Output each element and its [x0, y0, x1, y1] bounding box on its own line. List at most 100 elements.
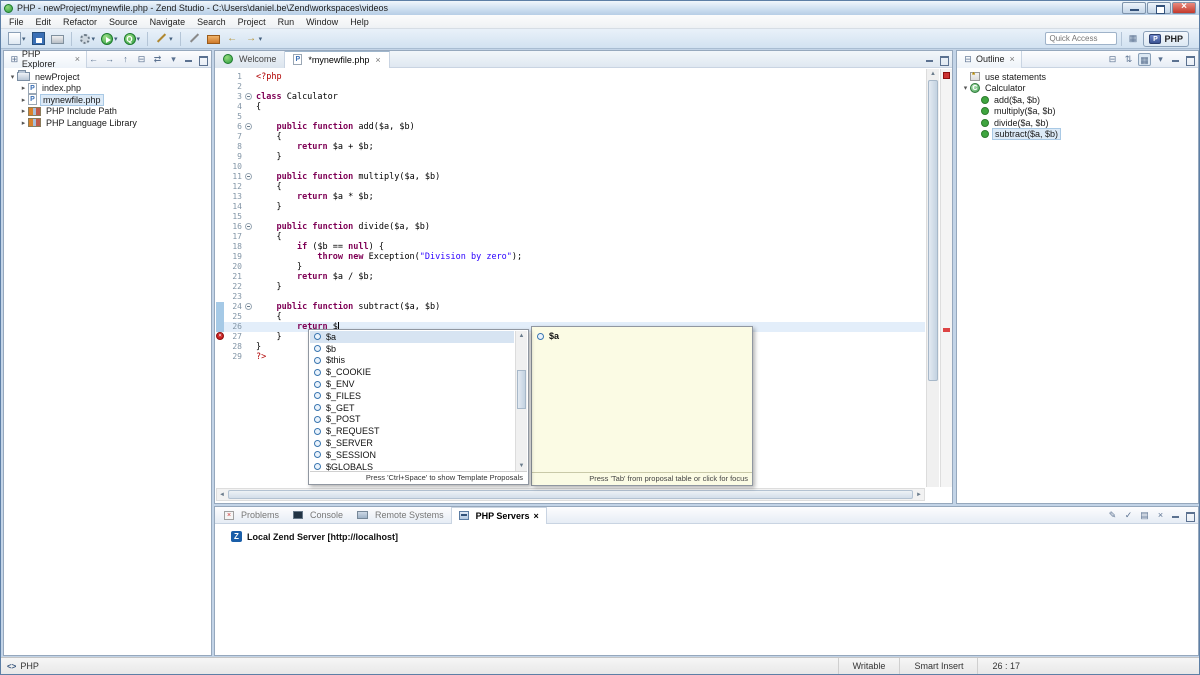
code-line-20[interactable]: 20 } — [216, 262, 925, 272]
fold-collapse-icon[interactable] — [245, 123, 252, 130]
close-tab-icon[interactable]: × — [533, 511, 538, 521]
proposal-item-server[interactable]: $_SERVER — [310, 437, 514, 449]
menu-edit[interactable]: Edit — [30, 16, 58, 28]
proposal-item-b[interactable]: $b — [310, 343, 514, 355]
outline-item-divide-a-b[interactable]: divide($a, $b) — [957, 117, 1198, 129]
back-button[interactable]: ← — [224, 30, 241, 47]
explorer-item-php-include-path[interactable]: ▸PHP Include Path — [4, 106, 211, 118]
forward-icon[interactable]: → — [103, 53, 116, 66]
code-line-15[interactable]: 15 — [216, 212, 925, 222]
new-wizard-button[interactable]: ▾ — [153, 30, 175, 47]
editor-tab-mynewfile-php[interactable]: P*mynewfile.php× — [285, 51, 389, 68]
expander-expanded-icon[interactable]: ▾ — [8, 73, 17, 81]
proposal-scrollbar[interactable]: ▲ ▼ — [515, 331, 527, 471]
code-line-6[interactable]: 6 public function add($a, $b) — [216, 122, 925, 132]
last-edit-location-button[interactable] — [205, 30, 222, 47]
outline-tab[interactable]: ⊟ Outline × — [957, 51, 1022, 68]
collapse-all-icon[interactable]: ⊟ — [1106, 53, 1119, 66]
fold-collapse-icon[interactable] — [245, 223, 252, 230]
outline-item-subtract-a-b[interactable]: subtract($a, $b) — [957, 129, 1198, 141]
bottom-tab-remote-systems[interactable]: Remote Systems — [350, 507, 451, 524]
bottom-tab-problems[interactable]: ×Problems — [217, 507, 286, 524]
sort-icon[interactable]: ⇅ — [1122, 53, 1135, 66]
code-line-2[interactable]: 2 — [216, 82, 925, 92]
proposal-item-globals[interactable]: $GLOBALS — [310, 461, 514, 471]
remove-icon[interactable]: × — [1154, 509, 1167, 522]
apply-icon[interactable]: ✓ — [1122, 509, 1135, 522]
explorer-item-php-language-library[interactable]: ▸PHP Language Library — [4, 117, 211, 129]
maximize-view-icon[interactable] — [197, 54, 208, 65]
dropdown-arrow-icon[interactable]: ▾ — [259, 35, 263, 43]
code-line-22[interactable]: 22 } — [216, 282, 925, 292]
expander-collapsed-icon[interactable]: ▸ — [19, 107, 28, 115]
code-line-8[interactable]: 8 return $a + $b; — [216, 142, 925, 152]
dropdown-arrow-icon[interactable]: ▾ — [169, 35, 173, 43]
minimize-view-icon[interactable] — [183, 54, 194, 65]
print-button[interactable] — [49, 30, 66, 47]
menu-search[interactable]: Search — [191, 16, 232, 28]
save-button[interactable] — [30, 30, 47, 47]
expander-collapsed-icon[interactable]: ▸ — [19, 119, 28, 127]
close-view-icon[interactable]: × — [75, 54, 80, 64]
menu-help[interactable]: Help — [344, 16, 375, 28]
proposal-item-a[interactable]: $a — [310, 331, 514, 343]
code-line-11[interactable]: 11 public function multiply($a, $b) — [216, 172, 925, 182]
explorer-item-mynewfile-php[interactable]: ▸Pmynewfile.php — [4, 94, 211, 106]
link-with-editor-icon[interactable]: ⇄ — [151, 53, 164, 66]
proposal-item-request[interactable]: $_REQUEST — [310, 425, 514, 437]
code-line-23[interactable]: 23 — [216, 292, 925, 302]
code-line-5[interactable]: 5 — [216, 112, 925, 122]
proposal-item-post[interactable]: $_POST — [310, 414, 514, 426]
properties-icon[interactable]: ▤ — [1138, 509, 1151, 522]
explorer-item-index-php[interactable]: ▸Pindex.php — [4, 83, 211, 95]
filter-icon[interactable]: ▦ — [1138, 53, 1151, 66]
bottom-tab-php-servers[interactable]: PHP Servers× — [451, 507, 547, 524]
outline-item-add-a-b[interactable]: add($a, $b) — [957, 94, 1198, 106]
outline-item-calculator[interactable]: ▾CCalculator — [957, 83, 1198, 95]
scroll-up-icon[interactable]: ▲ — [927, 69, 939, 79]
code-line-13[interactable]: 13 return $a * $b; — [216, 192, 925, 202]
menu-refactor[interactable]: Refactor — [57, 16, 103, 28]
minimize-view-icon[interactable] — [924, 54, 935, 65]
server-row[interactable]: Z Local Zend Server [http://localhost] — [215, 524, 1198, 542]
maximize-view-icon[interactable] — [1184, 510, 1195, 521]
dropdown-arrow-icon[interactable]: ▾ — [137, 35, 141, 43]
editor-tab-welcome[interactable]: Welcome — [215, 51, 285, 68]
code-line-14[interactable]: 14 } — [216, 202, 925, 212]
explorer-item-newproject[interactable]: ▾newProject — [4, 71, 211, 83]
proposal-scroll-thumb[interactable] — [517, 370, 526, 409]
dropdown-arrow-icon[interactable]: ▾ — [92, 35, 96, 43]
code-line-3[interactable]: 3class Calculator — [216, 92, 925, 102]
code-line-17[interactable]: 17 { — [216, 232, 925, 242]
proposal-item-session[interactable]: $_SESSION — [310, 449, 514, 461]
php-perspective-button[interactable]: P PHP — [1143, 31, 1189, 47]
vertical-scrollbar[interactable]: ▲ — [926, 69, 939, 487]
code-line-7[interactable]: 7 { — [216, 132, 925, 142]
menu-project[interactable]: Project — [232, 16, 272, 28]
run-button[interactable]: ▾ — [99, 30, 120, 47]
code-line-9[interactable]: 9 } — [216, 152, 925, 162]
close-window-button[interactable] — [1172, 2, 1196, 14]
code-line-12[interactable]: 12 { — [216, 182, 925, 192]
scroll-right-icon[interactable]: ► — [914, 492, 924, 498]
code-line-24[interactable]: 24 public function subtract($a, $b) — [216, 302, 925, 312]
proposal-item-cookie[interactable]: $_COOKIE — [310, 366, 514, 378]
outline-item-multiply-a-b[interactable]: multiply($a, $b) — [957, 106, 1198, 118]
mark-occurrences-button[interactable] — [186, 30, 203, 47]
error-position-marker[interactable] — [943, 328, 950, 332]
open-perspective-icon[interactable]: ▦ — [1126, 32, 1139, 45]
bottom-tab-console[interactable]: Console — [286, 507, 350, 524]
proposal-item-get[interactable]: $_GET — [310, 402, 514, 414]
forward-button[interactable]: →▾ — [243, 30, 265, 47]
fold-collapse-icon[interactable] — [245, 173, 252, 180]
edit-server-icon[interactable]: ✎ — [1106, 509, 1119, 522]
scroll-left-icon[interactable]: ◄ — [217, 492, 227, 498]
expander-expanded-icon[interactable]: ▾ — [961, 84, 970, 92]
outline-item-use-statements[interactable]: use statements — [957, 71, 1198, 83]
code-line-21[interactable]: 21 return $a / $b; — [216, 272, 925, 282]
code-line-19[interactable]: 19 throw new Exception("Division by zero… — [216, 252, 925, 262]
debug-button[interactable]: ▾ — [77, 30, 98, 47]
horizontal-scroll-thumb[interactable] — [228, 490, 913, 499]
quick-access-input[interactable] — [1045, 32, 1117, 45]
close-tab-icon[interactable]: × — [375, 55, 380, 65]
